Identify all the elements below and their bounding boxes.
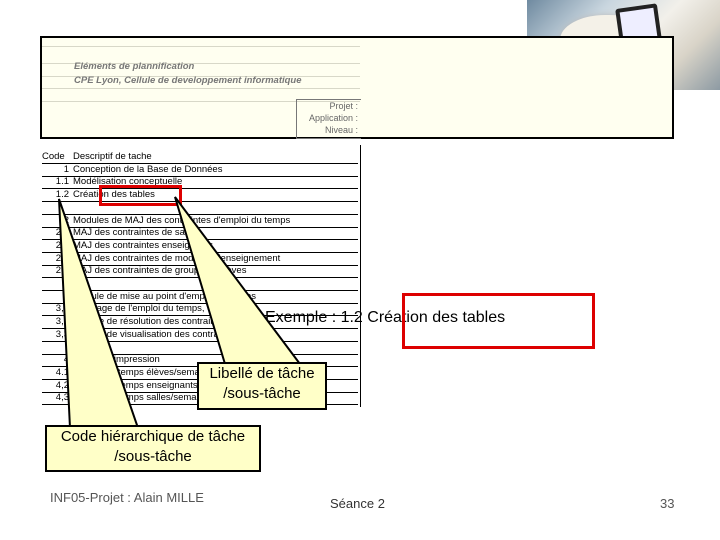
- code-callout-line2: /sous-tâche: [114, 448, 192, 465]
- label-callout-line2: /sous-tâche: [223, 385, 301, 402]
- label-pointer: [174, 196, 302, 365]
- code-callout: Code hiérarchique de tâche /sous-tâche: [45, 425, 261, 472]
- page-number: 33: [660, 496, 675, 511]
- code-callout-line1: Code hiérarchique de tâche: [60, 428, 246, 445]
- code-pointer: [58, 198, 140, 429]
- footer-author: INF05-Projet : Alain MILLE: [50, 490, 204, 505]
- label-callout: Libellé de tâche /sous-tâche: [197, 362, 327, 410]
- footer-session: Séance 2: [330, 496, 385, 511]
- label-callout-line1: Libellé de tâche: [209, 365, 315, 382]
